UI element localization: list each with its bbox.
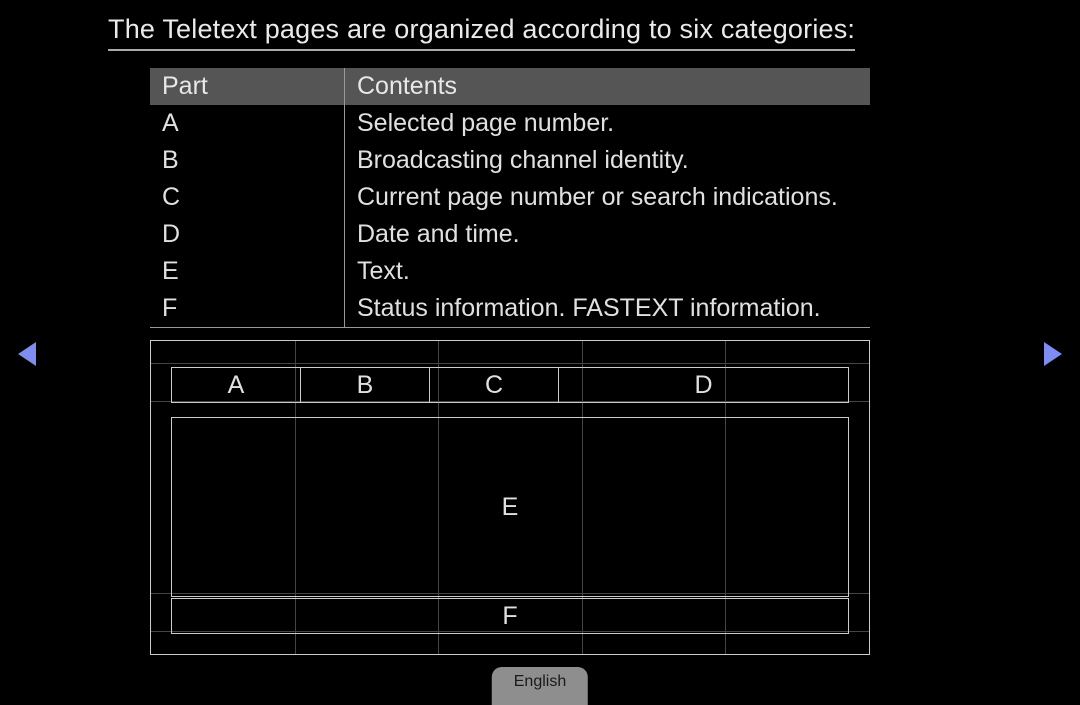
diagram-cell-a: A [171,367,301,403]
cell-contents: Current page number or search indication… [345,179,871,216]
cell-contents: Date and time. [345,216,871,253]
next-page-arrow-icon[interactable] [1044,342,1062,366]
cell-contents: Selected page number. [345,105,871,142]
language-button[interactable]: English [492,667,588,705]
table-row: A Selected page number. [150,105,870,142]
diagram-cell-f: F [171,598,849,634]
diagram-cell-c: C [429,367,559,403]
table-row: B Broadcasting channel identity. [150,142,870,179]
cell-part: F [150,290,345,328]
cell-part: C [150,179,345,216]
cell-contents: Text. [345,253,871,290]
cell-contents: Status information. FASTEXT information. [345,290,871,328]
teletext-layout-diagram: A B C D E F [150,340,870,655]
table-row: E Text. [150,253,870,290]
table-row: D Date and time. [150,216,870,253]
diagram-cell-b: B [300,367,430,403]
prev-page-arrow-icon[interactable] [18,342,36,366]
header-part: Part [150,68,345,105]
table-row: C Current page number or search indicati… [150,179,870,216]
cell-part: A [150,105,345,142]
categories-table: Part Contents A Selected page number. B … [150,68,870,328]
cell-part: B [150,142,345,179]
page: The Teletext pages are organized accordi… [0,0,1080,705]
cell-part: D [150,216,345,253]
page-title: The Teletext pages are organized accordi… [108,14,855,51]
diagram-cell-d: D [558,367,849,403]
cell-part: E [150,253,345,290]
diagram-header-row: A B C D [171,367,849,403]
header-contents: Contents [345,68,871,105]
table-row: F Status information. FASTEXT informatio… [150,290,870,328]
diagram-cell-e: E [171,417,849,597]
cell-contents: Broadcasting channel identity. [345,142,871,179]
